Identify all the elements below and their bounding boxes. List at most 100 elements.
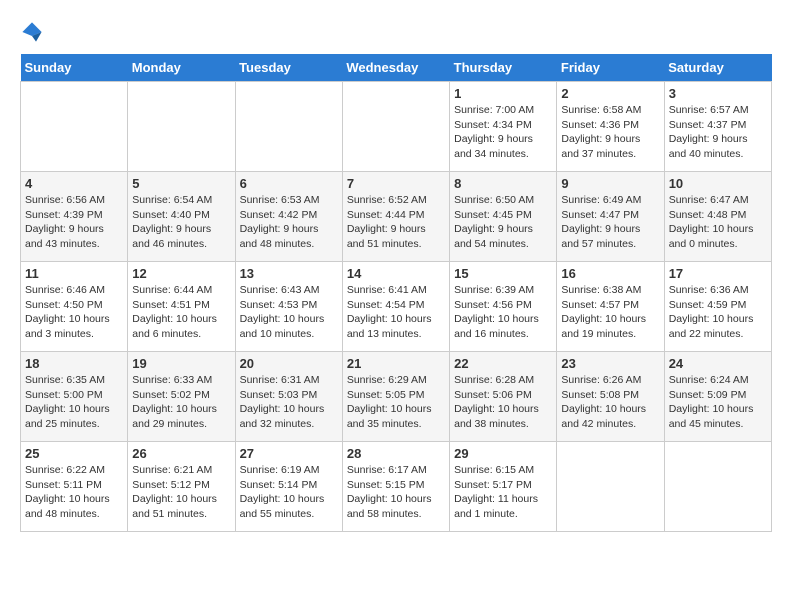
week-row-5: 25 Sunrise: 6:22 AM Sunset: 5:11 PM Dayli… [21,442,772,532]
day-number: 3 [669,86,767,101]
day-cell: 5 Sunrise: 6:54 AM Sunset: 4:40 PM Daylig… [128,172,235,262]
day-number: 28 [347,446,445,461]
day-info: Sunrise: 6:36 AM Sunset: 4:59 PM Dayligh… [669,283,767,342]
day-number: 7 [347,176,445,191]
day-number: 16 [561,266,659,281]
day-info: Sunrise: 6:31 AM Sunset: 5:03 PM Dayligh… [240,373,338,432]
day-info: Sunrise: 6:39 AM Sunset: 4:56 PM Dayligh… [454,283,552,342]
day-number: 9 [561,176,659,191]
day-info: Sunrise: 6:58 AM Sunset: 4:36 PM Dayligh… [561,103,659,162]
day-cell: 19 Sunrise: 6:33 AM Sunset: 5:02 PM Dayli… [128,352,235,442]
day-header-thursday: Thursday [450,54,557,82]
day-cell: 1 Sunrise: 7:00 AM Sunset: 4:34 PM Daylig… [450,82,557,172]
week-row-4: 18 Sunrise: 6:35 AM Sunset: 5:00 PM Dayli… [21,352,772,442]
day-info: Sunrise: 6:43 AM Sunset: 4:53 PM Dayligh… [240,283,338,342]
day-info: Sunrise: 6:57 AM Sunset: 4:37 PM Dayligh… [669,103,767,162]
logo-icon [20,20,44,44]
day-cell: 9 Sunrise: 6:49 AM Sunset: 4:47 PM Daylig… [557,172,664,262]
day-info: Sunrise: 6:52 AM Sunset: 4:44 PM Dayligh… [347,193,445,252]
day-info: Sunrise: 6:38 AM Sunset: 4:57 PM Dayligh… [561,283,659,342]
day-cell: 4 Sunrise: 6:56 AM Sunset: 4:39 PM Daylig… [21,172,128,262]
day-header-monday: Monday [128,54,235,82]
day-cell: 27Sunrise: 6:19 AM Sunset: 5:14 PM Dayli… [235,442,342,532]
day-info: Sunrise: 7:00 AM Sunset: 4:34 PM Dayligh… [454,103,552,162]
day-info: Sunrise: 6:15 AM Sunset: 5:17 PM Dayligh… [454,463,552,522]
day-info: Sunrise: 6:41 AM Sunset: 4:54 PM Dayligh… [347,283,445,342]
day-number: 6 [240,176,338,191]
day-info: Sunrise: 6:47 AM Sunset: 4:48 PM Dayligh… [669,193,767,252]
day-number: 27 [240,446,338,461]
day-cell [235,82,342,172]
day-info: Sunrise: 6:22 AM Sunset: 5:11 PM Dayligh… [25,463,123,522]
days-header-row: SundayMondayTuesdayWednesdayThursdayFrid… [21,54,772,82]
day-cell: 20 Sunrise: 6:31 AM Sunset: 5:03 PM Dayli… [235,352,342,442]
day-cell: 17 Sunrise: 6:36 AM Sunset: 4:59 PM Dayli… [664,262,771,352]
day-cell: 2Sunrise: 6:58 AM Sunset: 4:36 PM Daylig… [557,82,664,172]
day-info: Sunrise: 6:54 AM Sunset: 4:40 PM Dayligh… [132,193,230,252]
calendar-table: SundayMondayTuesdayWednesdayThursdayFrid… [20,54,772,532]
day-number: 23 [561,356,659,371]
day-info: Sunrise: 6:24 AM Sunset: 5:09 PM Dayligh… [669,373,767,432]
day-cell: 8 Sunrise: 6:50 AM Sunset: 4:45 PM Daylig… [450,172,557,262]
day-number: 20 [240,356,338,371]
day-number: 5 [132,176,230,191]
header [20,20,772,44]
day-info: Sunrise: 6:46 AM Sunset: 4:50 PM Dayligh… [25,283,123,342]
day-number: 29 [454,446,552,461]
day-cell [664,442,771,532]
day-number: 24 [669,356,767,371]
day-number: 1 [454,86,552,101]
day-number: 13 [240,266,338,281]
day-info: Sunrise: 6:49 AM Sunset: 4:47 PM Dayligh… [561,193,659,252]
day-header-sunday: Sunday [21,54,128,82]
logo [20,20,48,44]
day-info: Sunrise: 6:56 AM Sunset: 4:39 PM Dayligh… [25,193,123,252]
day-header-friday: Friday [557,54,664,82]
day-cell: 21 Sunrise: 6:29 AM Sunset: 5:05 PM Dayli… [342,352,449,442]
day-number: 8 [454,176,552,191]
day-cell: 25 Sunrise: 6:22 AM Sunset: 5:11 PM Dayli… [21,442,128,532]
day-info: Sunrise: 6:17 AM Sunset: 5:15 PM Dayligh… [347,463,445,522]
day-cell: 13 Sunrise: 6:43 AM Sunset: 4:53 PM Dayli… [235,262,342,352]
day-number: 21 [347,356,445,371]
day-cell [21,82,128,172]
day-cell: 10 Sunrise: 6:47 AM Sunset: 4:48 PM Dayli… [664,172,771,262]
day-number: 12 [132,266,230,281]
day-cell: 11 Sunrise: 6:46 AM Sunset: 4:50 PM Dayli… [21,262,128,352]
day-cell: 23 Sunrise: 6:26 AM Sunset: 5:08 PM Dayli… [557,352,664,442]
day-info: Sunrise: 6:21 AM Sunset: 5:12 PM Dayligh… [132,463,230,522]
week-row-1: 1 Sunrise: 7:00 AM Sunset: 4:34 PM Daylig… [21,82,772,172]
day-number: 26 [132,446,230,461]
day-number: 22 [454,356,552,371]
day-header-wednesday: Wednesday [342,54,449,82]
week-row-2: 4 Sunrise: 6:56 AM Sunset: 4:39 PM Daylig… [21,172,772,262]
day-cell: 3 Sunrise: 6:57 AM Sunset: 4:37 PM Daylig… [664,82,771,172]
day-info: Sunrise: 6:29 AM Sunset: 5:05 PM Dayligh… [347,373,445,432]
day-cell: 12 Sunrise: 6:44 AM Sunset: 4:51 PM Dayli… [128,262,235,352]
day-info: Sunrise: 6:26 AM Sunset: 5:08 PM Dayligh… [561,373,659,432]
day-number: 4 [25,176,123,191]
day-cell: 24 Sunrise: 6:24 AM Sunset: 5:09 PM Dayli… [664,352,771,442]
day-number: 18 [25,356,123,371]
day-info: Sunrise: 6:35 AM Sunset: 5:00 PM Dayligh… [25,373,123,432]
week-row-3: 11 Sunrise: 6:46 AM Sunset: 4:50 PM Dayli… [21,262,772,352]
day-cell: 29 Sunrise: 6:15 AM Sunset: 5:17 PM Dayli… [450,442,557,532]
day-cell: 18 Sunrise: 6:35 AM Sunset: 5:00 PM Dayli… [21,352,128,442]
day-number: 17 [669,266,767,281]
day-info: Sunrise: 6:50 AM Sunset: 4:45 PM Dayligh… [454,193,552,252]
day-cell: 22 Sunrise: 6:28 AM Sunset: 5:06 PM Dayli… [450,352,557,442]
day-cell: 14Sunrise: 6:41 AM Sunset: 4:54 PM Dayli… [342,262,449,352]
day-info: Sunrise: 6:33 AM Sunset: 5:02 PM Dayligh… [132,373,230,432]
day-cell [342,82,449,172]
day-number: 25 [25,446,123,461]
day-info: Sunrise: 6:44 AM Sunset: 4:51 PM Dayligh… [132,283,230,342]
day-cell: 16 Sunrise: 6:38 AM Sunset: 4:57 PM Dayli… [557,262,664,352]
day-info: Sunrise: 6:53 AM Sunset: 4:42 PM Dayligh… [240,193,338,252]
day-number: 19 [132,356,230,371]
day-cell [557,442,664,532]
day-number: 15 [454,266,552,281]
day-info: Sunrise: 6:28 AM Sunset: 5:06 PM Dayligh… [454,373,552,432]
day-number: 10 [669,176,767,191]
day-number: 11 [25,266,123,281]
day-cell: 15 Sunrise: 6:39 AM Sunset: 4:56 PM Dayli… [450,262,557,352]
